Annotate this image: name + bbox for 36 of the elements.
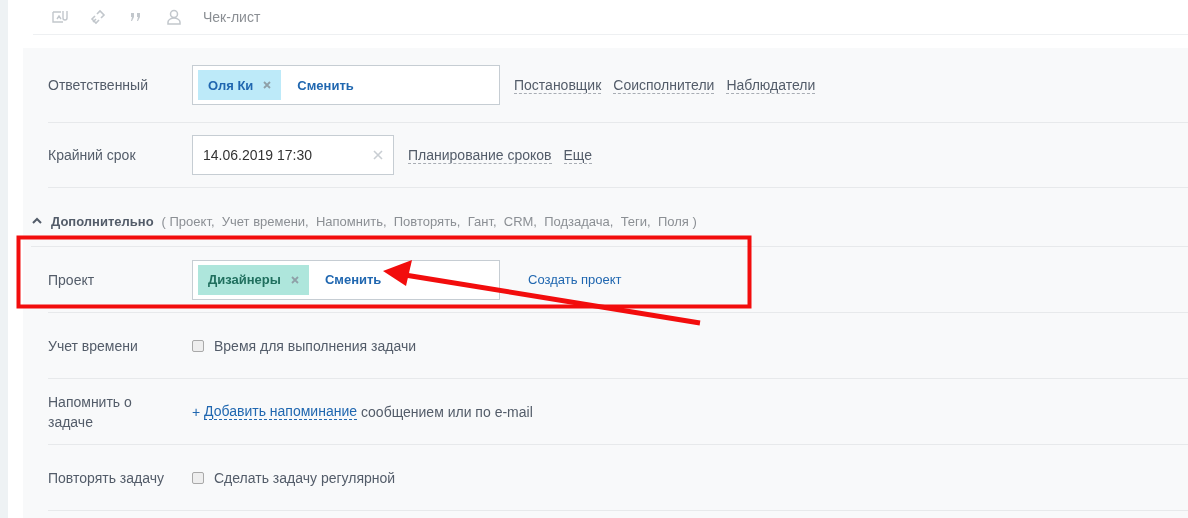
field-label: Ответственный [48, 76, 149, 95]
plus-link[interactable]: + [192, 403, 201, 420]
attachment-icon[interactable] [51, 8, 69, 26]
field-label: Повторять задачу [48, 468, 165, 488]
dashed-link[interactable]: Постановщик [514, 76, 602, 94]
tag: Оля Ки [198, 70, 282, 100]
date-field[interactable]: 14.06.2019 17:30 [192, 135, 394, 175]
dashed-link[interactable]: Наблюдатели [726, 76, 816, 94]
checkbox[interactable] [192, 339, 204, 352]
add-reminder-link[interactable]: Добавить напоминание [204, 403, 358, 420]
dashed-link[interactable]: Соисполнители [613, 76, 715, 94]
field-label: Напомнить о задаче [48, 392, 133, 432]
dashed-link[interactable]: Еще [563, 146, 592, 164]
field-label: Крайний срок [48, 146, 137, 165]
change-link[interactable]: Сменить [324, 272, 382, 287]
create-link[interactable]: Создать проект [528, 272, 622, 287]
checkbox-label: Сделать задачу регулярной [214, 469, 396, 486]
section-options: ( Проект, Учет времени, Напомнить, Повторять, Гант, CRM, Подзадача, Теги, Поля ) [161, 213, 697, 229]
reminder-hint: сообщением или по e-mail [360, 403, 533, 420]
clear-icon[interactable] [373, 150, 383, 160]
remove-icon[interactable] [263, 81, 272, 89]
link-icon[interactable] [89, 8, 107, 26]
field-label: Учет времени [48, 336, 139, 356]
section-toggle[interactable]: Дополнительно [51, 213, 154, 229]
remove-icon[interactable] [290, 275, 299, 284]
selector-field[interactable]: Дизайнеры Сменить [192, 259, 500, 300]
checklist-button[interactable]: Чек-лист [203, 9, 261, 25]
tag: Дизайнеры [198, 264, 309, 295]
checkbox-label: Время для выполнения задачи [214, 337, 417, 354]
selector-field[interactable]: Оля Ки Сменить [192, 65, 500, 105]
chevron-icon[interactable] [31, 216, 43, 226]
dashed-link[interactable]: Планирование сроков [408, 146, 552, 164]
change-link[interactable]: Сменить [297, 77, 354, 93]
field-label: Проект [48, 270, 96, 290]
checkbox[interactable] [192, 471, 204, 484]
user-icon[interactable] [165, 8, 183, 26]
